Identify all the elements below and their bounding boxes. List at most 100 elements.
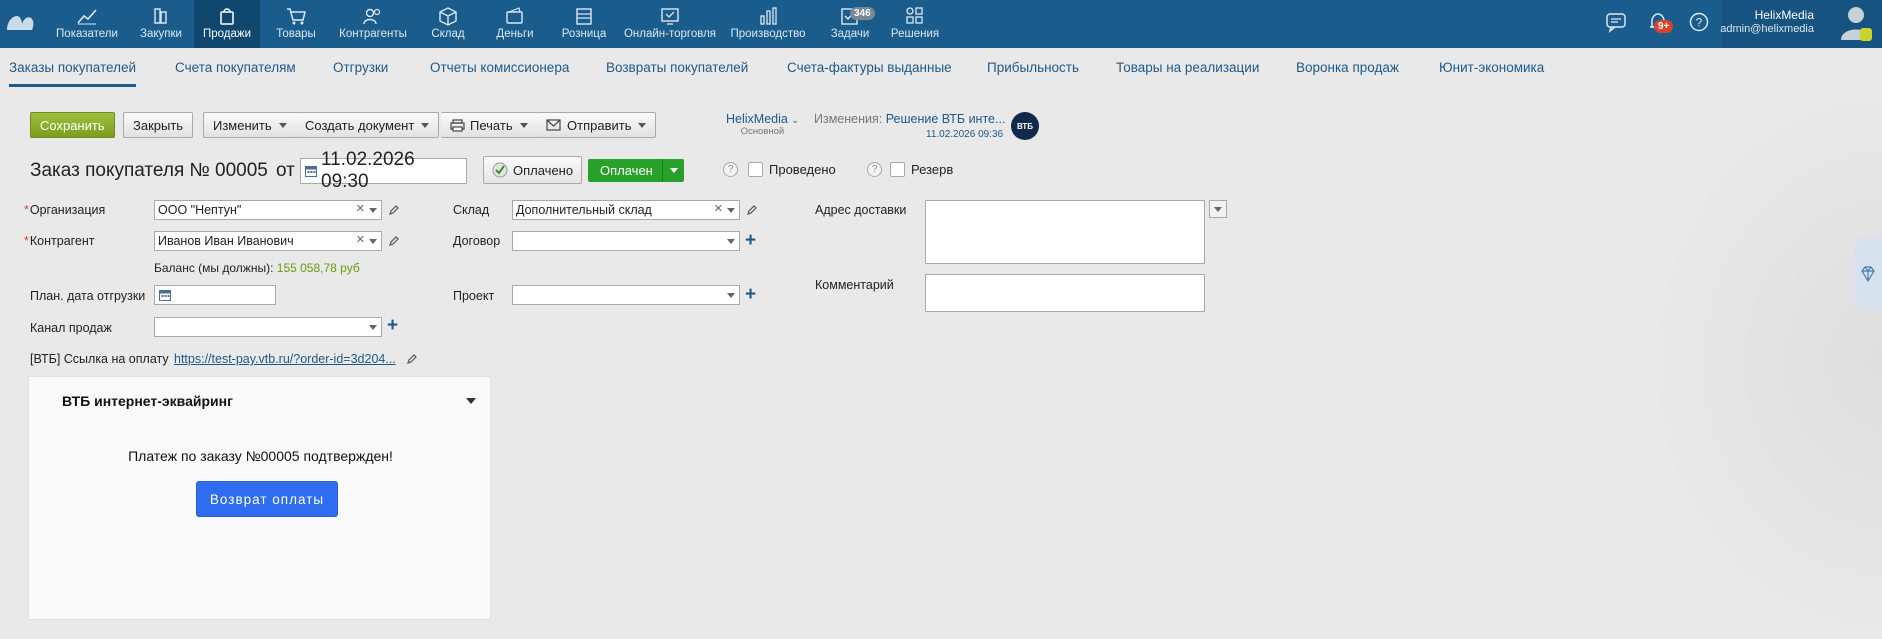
nav-solutions[interactable]: Решения bbox=[886, 0, 944, 48]
production-icon bbox=[760, 7, 777, 25]
pay-link-label: [ВТБ] Ссылка на оплату bbox=[30, 352, 169, 366]
pencil-icon[interactable] bbox=[388, 204, 400, 216]
user-email: admin@helixmedia bbox=[1720, 23, 1814, 35]
grid-icon bbox=[906, 7, 923, 24]
tab-sales-funnel[interactable]: Воронка продаж bbox=[1296, 60, 1399, 75]
close-button[interactable]: Закрыть bbox=[123, 112, 194, 138]
chevron-down-icon[interactable] bbox=[369, 325, 377, 330]
nav-purchases[interactable]: Закупки bbox=[130, 0, 192, 48]
nav-products[interactable]: Товары bbox=[266, 0, 326, 48]
calendar-icon[interactable] bbox=[159, 289, 171, 301]
chevron-down-icon[interactable] bbox=[727, 239, 735, 244]
nav-tasks[interactable]: Задачи 346 bbox=[816, 0, 884, 48]
payment-link[interactable]: https://test-pay.vtb.ru/?order-id=3d204.… bbox=[174, 352, 396, 366]
tab-issued-invoices[interactable]: Счета-фактуры выданные bbox=[787, 60, 952, 75]
box-icon bbox=[439, 7, 457, 26]
add-contract-icon[interactable]: + bbox=[745, 231, 756, 250]
help-icon[interactable]: ? bbox=[1687, 10, 1711, 34]
add-project-icon[interactable]: + bbox=[745, 285, 756, 304]
warehouse-label: Склад bbox=[453, 203, 490, 217]
clear-icon[interactable]: ✕ bbox=[356, 233, 365, 246]
chevron-down-icon[interactable] bbox=[466, 398, 476, 404]
account-selector[interactable]: HelixMedia ⌄ Основной bbox=[726, 112, 799, 137]
document-date-field[interactable]: 11.02.2026 09:30 bbox=[300, 149, 467, 192]
chevron-down-icon bbox=[519, 122, 528, 128]
nav-sales[interactable]: Продажи bbox=[194, 0, 260, 48]
changes-link[interactable]: Решение ВТБ инте... bbox=[886, 112, 1006, 126]
calendar-icon[interactable] bbox=[305, 165, 317, 177]
side-panel-handle[interactable] bbox=[1854, 238, 1882, 310]
print-button[interactable]: Печать bbox=[441, 112, 538, 138]
sales-channel-select[interactable] bbox=[154, 317, 382, 337]
posted-label: Проведено bbox=[769, 162, 836, 177]
tab-commissioner-reports[interactable]: Отчеты комиссионера bbox=[430, 60, 569, 75]
save-button[interactable]: Сохранить bbox=[30, 112, 115, 138]
notifications-badge: 9+ bbox=[1654, 20, 1674, 33]
create-document-button[interactable]: Создать документ bbox=[296, 112, 440, 138]
avatar[interactable] bbox=[1838, 4, 1874, 42]
chevron-down-icon[interactable] bbox=[727, 293, 735, 298]
delivery-address-textarea[interactable] bbox=[925, 200, 1205, 264]
chevron-down-icon bbox=[278, 122, 287, 128]
address-expand-button[interactable] bbox=[1209, 200, 1227, 218]
edit-button[interactable]: Изменить bbox=[203, 112, 297, 138]
tab-customer-invoices[interactable]: Счета покупателям bbox=[175, 60, 296, 75]
app-logo-icon[interactable] bbox=[4, 8, 36, 36]
counterparty-select[interactable]: Иванов Иван Иванович ✕ bbox=[154, 231, 382, 251]
send-button[interactable]: Отправить bbox=[537, 112, 657, 138]
chevron-down-icon[interactable] bbox=[369, 208, 377, 213]
tab-unit-economics[interactable]: Юнит-экономика bbox=[1439, 60, 1544, 75]
project-select[interactable] bbox=[512, 285, 740, 305]
comment-textarea[interactable] bbox=[925, 274, 1205, 312]
balance-value: 155 058,78 руб bbox=[276, 261, 360, 275]
store-icon bbox=[576, 8, 592, 25]
page-title: Заказ покупателя № bbox=[30, 160, 210, 181]
tab-profitability[interactable]: Прибыльность bbox=[987, 60, 1079, 75]
document-number[interactable]: 00005 bbox=[215, 160, 268, 182]
add-sales-channel-icon[interactable]: + bbox=[387, 316, 398, 335]
nav-online-trade[interactable]: Онлайн-торговля bbox=[622, 0, 718, 48]
chevron-down-icon[interactable] bbox=[369, 239, 377, 244]
clear-icon[interactable]: ✕ bbox=[356, 202, 365, 215]
status-chevron-button[interactable] bbox=[662, 159, 684, 182]
nav-counterparties[interactable]: Контрагенты bbox=[334, 0, 412, 48]
status-dropdown[interactable]: Оплачен bbox=[588, 159, 684, 182]
project-label: Проект bbox=[453, 289, 495, 303]
organization-select[interactable]: ООО "Нептун" ✕ bbox=[154, 200, 382, 220]
envelope-icon bbox=[546, 119, 561, 131]
nav-indicators[interactable]: Показатели bbox=[52, 0, 122, 48]
warehouse-select[interactable]: Дополнительный склад ✕ bbox=[512, 200, 740, 220]
diamond-icon bbox=[1861, 266, 1875, 283]
tab-customer-orders[interactable]: Заказы покупателей bbox=[9, 60, 136, 75]
check-circle-icon bbox=[492, 162, 508, 178]
pencil-icon[interactable] bbox=[746, 204, 758, 216]
help-posted-icon[interactable]: ? bbox=[723, 162, 738, 177]
refund-payment-button[interactable]: Возврат оплаты bbox=[196, 481, 338, 517]
delivery-address-label: Адрес доставки bbox=[815, 203, 907, 217]
paid-button[interactable]: Оплачено bbox=[483, 156, 583, 184]
chat-icon[interactable] bbox=[1604, 10, 1628, 34]
ship-date-field[interactable] bbox=[154, 285, 276, 305]
chevron-down-icon bbox=[1214, 206, 1222, 212]
tab-customer-returns[interactable]: Возвраты покупателей bbox=[606, 60, 748, 75]
posted-checkbox[interactable] bbox=[748, 162, 763, 177]
nav-production[interactable]: Производство bbox=[726, 0, 810, 48]
chevron-down-icon[interactable] bbox=[727, 208, 735, 213]
nav-retail[interactable]: Розница bbox=[554, 0, 614, 48]
user-menu[interactable]: HelixMedia admin@helixmedia bbox=[1720, 0, 1882, 48]
contract-select[interactable] bbox=[512, 231, 740, 251]
nav-warehouse[interactable]: Склад bbox=[420, 0, 476, 48]
pencil-icon[interactable] bbox=[406, 353, 418, 365]
users-icon bbox=[363, 8, 381, 25]
tab-shipments[interactable]: Отгрузки bbox=[333, 60, 388, 75]
vtb-logo[interactable]: ВТБ bbox=[1011, 112, 1039, 140]
nav-money[interactable]: Деньги bbox=[488, 0, 542, 48]
ship-date-label: План. дата отгрузки bbox=[30, 289, 146, 303]
help-reserve-icon[interactable]: ? bbox=[867, 162, 882, 177]
contract-label: Договор bbox=[453, 234, 501, 248]
tab-goods-on-sale[interactable]: Товары на реализации bbox=[1116, 60, 1259, 75]
vtb-panel-title: ВТБ интернет-эквайринг bbox=[62, 393, 233, 409]
reserve-checkbox[interactable] bbox=[890, 162, 905, 177]
pencil-icon[interactable] bbox=[388, 235, 400, 247]
clear-icon[interactable]: ✕ bbox=[714, 202, 723, 215]
